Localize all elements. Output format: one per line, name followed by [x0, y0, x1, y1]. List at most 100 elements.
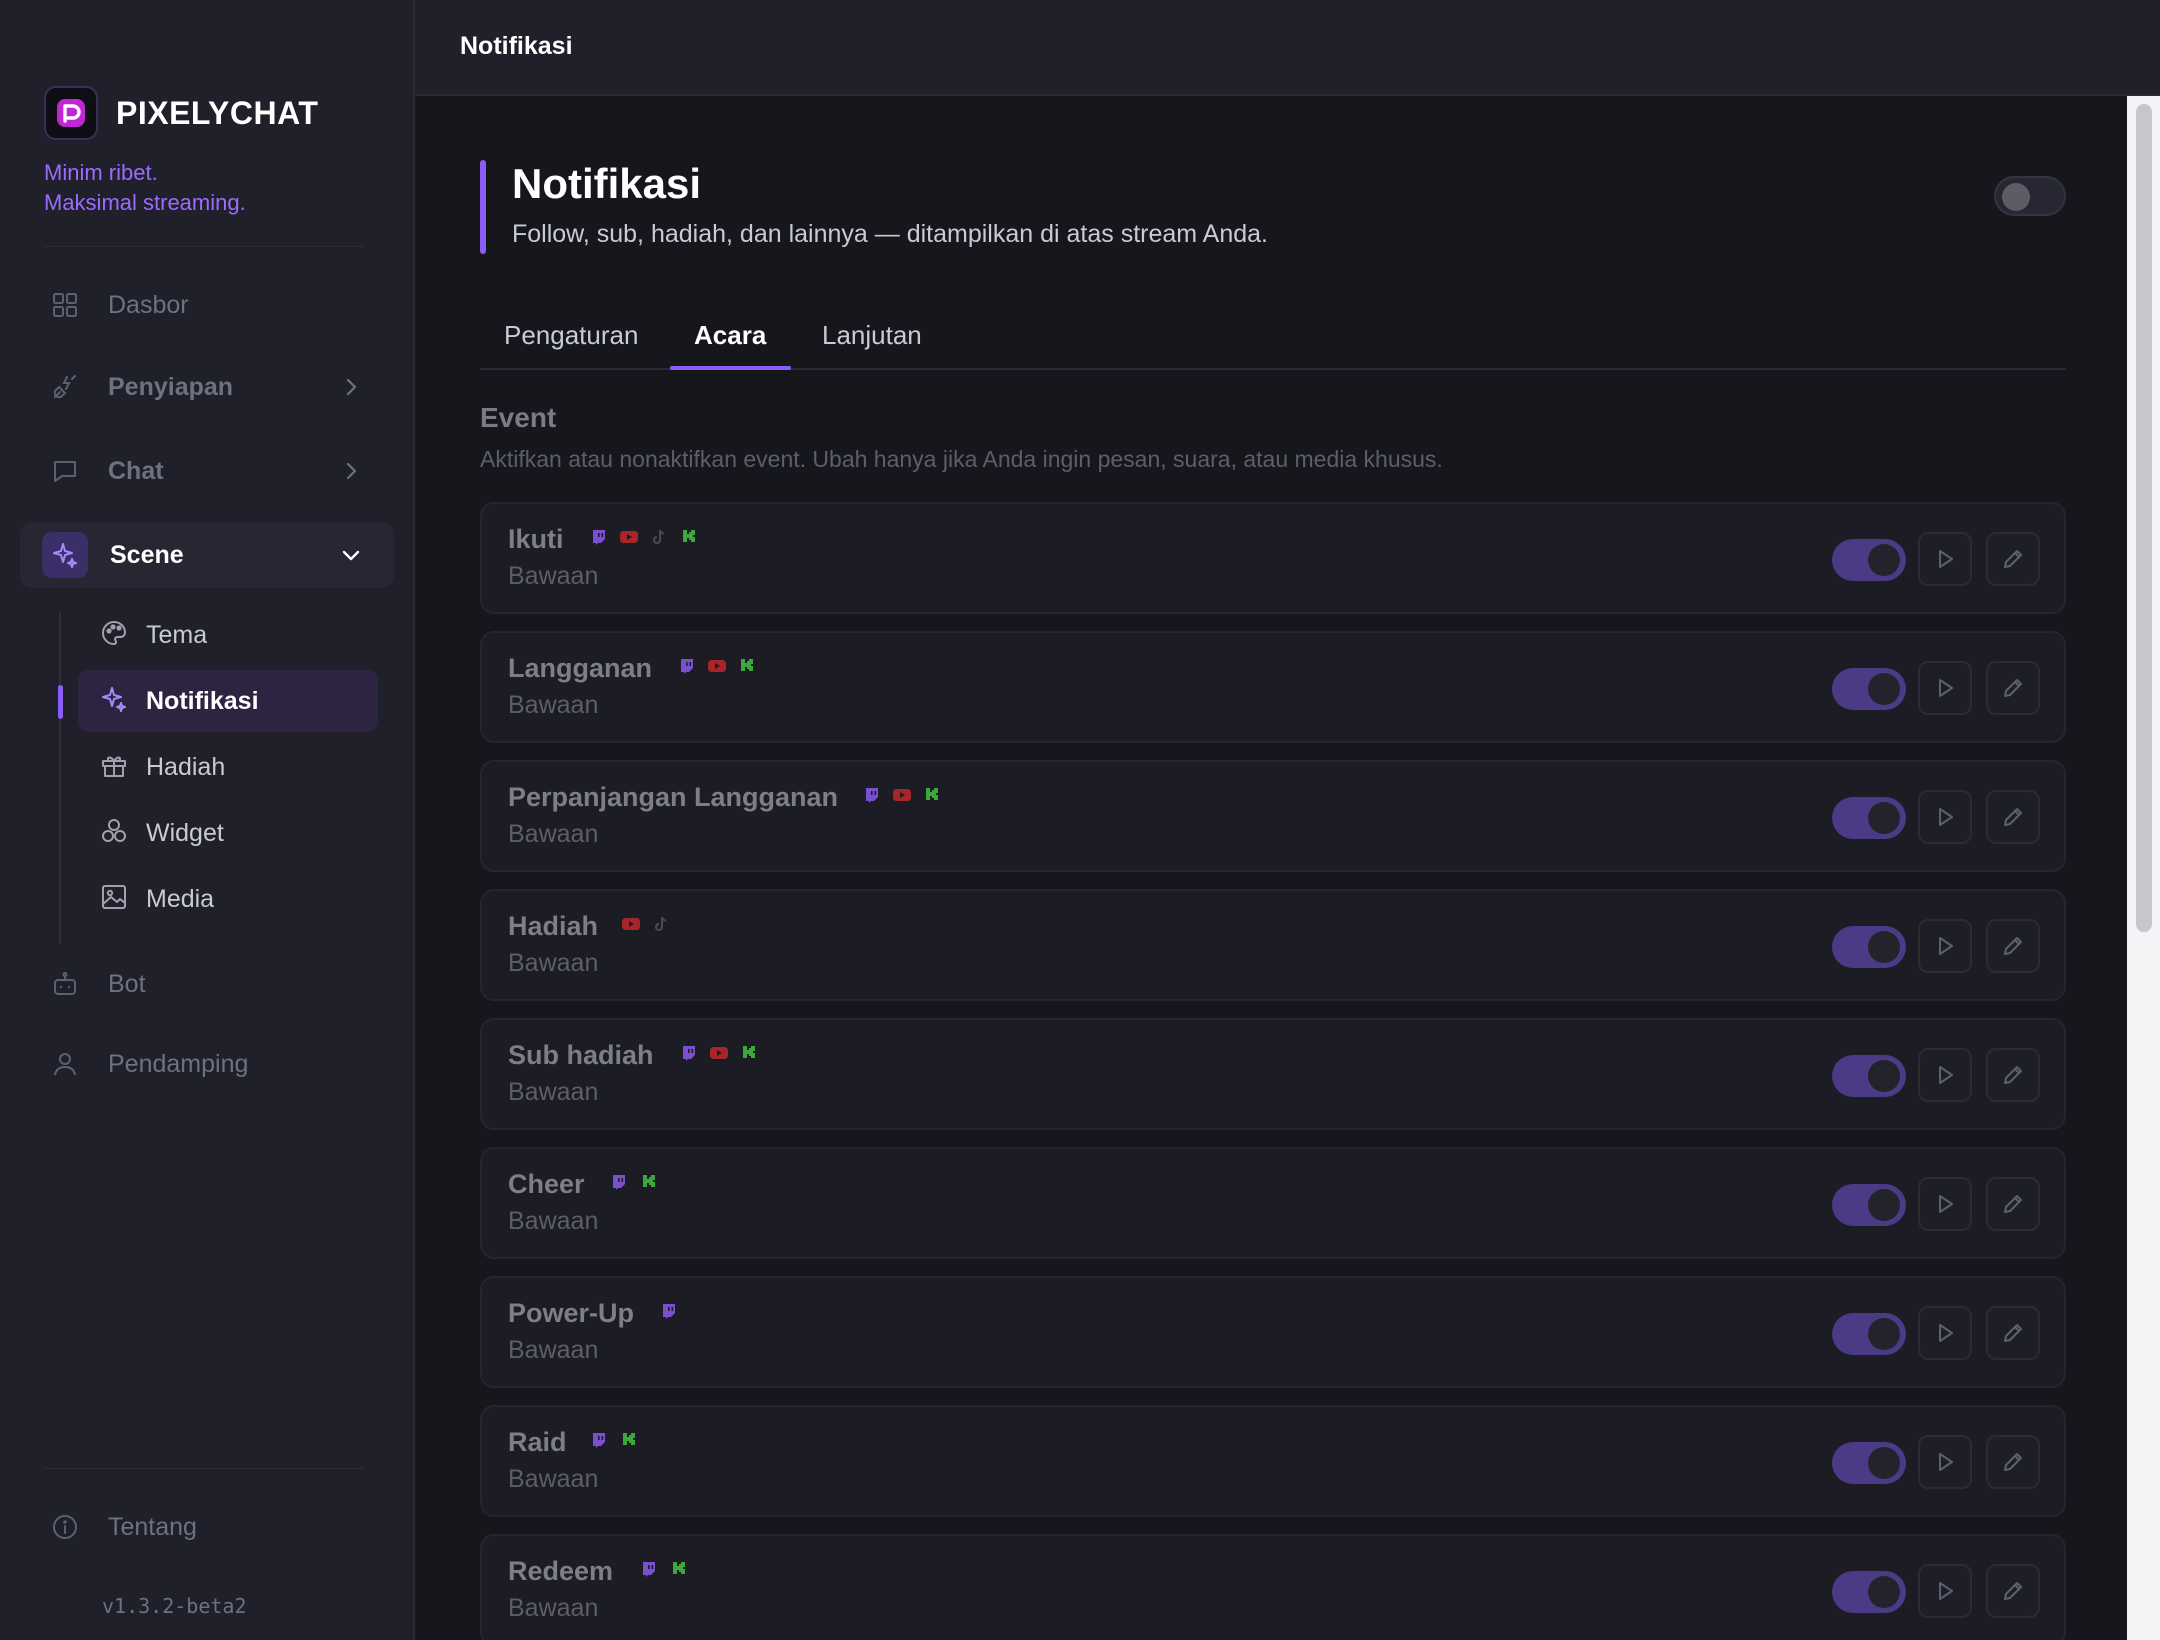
toggle-knob: [1868, 1060, 1900, 1092]
kick-icon: [640, 1173, 658, 1191]
edit-button[interactable]: [1986, 1564, 2040, 1618]
kick-icon: [620, 1431, 638, 1449]
preview-button[interactable]: [1918, 790, 1972, 844]
sidebar-item-penyiapan[interactable]: Penyiapan: [20, 354, 394, 420]
edit-button[interactable]: [1986, 1306, 2040, 1360]
event-card: Cheer Bawaan: [480, 1147, 2066, 1259]
toggle-knob: [1868, 673, 1900, 705]
sidebar-item-bot[interactable]: Bot: [20, 951, 394, 1017]
kick-icon: [923, 786, 941, 804]
edit-button[interactable]: [1986, 661, 2040, 715]
sidebar-item-pendamping[interactable]: Pendamping: [20, 1031, 394, 1097]
sidebar-subitem-tema[interactable]: Tema: [78, 604, 378, 666]
event-subtitle: Bawaan: [508, 691, 599, 719]
preview-button[interactable]: [1918, 661, 1972, 715]
active-tab-underline: [670, 366, 791, 370]
tiktok-icon: [652, 915, 670, 933]
sparkle-icon: [100, 685, 128, 718]
sidebar: PIXELYCHAT Minim ribet. Maksimal streami…: [0, 0, 415, 1640]
topbar-title: Notifikasi: [460, 32, 573, 60]
info-icon: [50, 1512, 80, 1542]
sidebar-item-label: Tentang: [108, 1512, 197, 1541]
preview-button[interactable]: [1918, 532, 1972, 586]
event-toggle[interactable]: [1832, 668, 1906, 710]
notifications-master-toggle[interactable]: [1994, 176, 2066, 216]
sidebar-subitem-widget[interactable]: Widget: [78, 802, 378, 864]
event-subtitle: Bawaan: [508, 820, 599, 848]
sidebar-item-label: Bot: [108, 969, 146, 998]
event-card: Sub hadiah Bawaan: [480, 1018, 2066, 1130]
sidebar-subitem-media[interactable]: Media: [78, 868, 378, 930]
pencil-icon: [2004, 1453, 2022, 1471]
edit-button[interactable]: [1986, 919, 2040, 973]
section-title: Event: [480, 402, 557, 433]
preview-button[interactable]: [1918, 1177, 1972, 1231]
play-icon: [1939, 550, 1953, 568]
edit-button[interactable]: [1986, 790, 2040, 844]
sidebar-item-tentang[interactable]: Tentang: [20, 1494, 394, 1560]
chevron-right-icon: [346, 462, 357, 480]
sidebar-item-dasbor[interactable]: Dasbor: [20, 272, 394, 338]
sidebar-item-chat[interactable]: Chat: [20, 438, 394, 504]
toggle-knob: [1868, 802, 1900, 834]
preview-button[interactable]: [1918, 1048, 1972, 1102]
pencil-icon: [2004, 1324, 2022, 1342]
platform-icons: [863, 786, 953, 804]
event-subtitle: Bawaan: [508, 1594, 599, 1622]
sidebar-divider: [44, 1468, 364, 1469]
gift-icon: [100, 751, 128, 784]
event-name: Perpanjangan Langganan: [508, 782, 839, 812]
preview-button[interactable]: [1918, 1435, 1972, 1489]
shapes-icon: [100, 817, 128, 850]
play-icon: [1939, 937, 1953, 955]
toggle-knob: [1868, 1189, 1900, 1221]
event-name: Raid: [508, 1427, 567, 1457]
event-toggle[interactable]: [1832, 1442, 1906, 1484]
image-icon: [100, 883, 128, 916]
tagline: Minim ribet. Maksimal streaming.: [44, 158, 246, 218]
edit-button[interactable]: [1986, 532, 2040, 586]
tab-acara[interactable]: Acara: [694, 320, 766, 351]
sparkle-icon: [42, 532, 88, 578]
event-card: Hadiah Bawaan: [480, 889, 2066, 1001]
event-toggle[interactable]: [1832, 1571, 1906, 1613]
pencil-icon: [2004, 1066, 2022, 1084]
pencil-icon: [2004, 937, 2022, 955]
tagline-line-1: Minim ribet.: [44, 160, 158, 185]
sidebar-divider: [44, 246, 364, 247]
tab-lanjutan[interactable]: Lanjutan: [822, 320, 922, 351]
event-toggle[interactable]: [1832, 1055, 1906, 1097]
preview-button[interactable]: [1918, 1306, 1972, 1360]
youtube-icon: [710, 1044, 728, 1062]
sidebar-subitem-notifikasi[interactable]: Notifikasi: [78, 670, 378, 732]
sidebar-subitem-label: Widget: [146, 818, 224, 847]
preview-button[interactable]: [1918, 919, 1972, 973]
edit-button[interactable]: [1986, 1435, 2040, 1489]
twitch-icon: [678, 657, 696, 675]
chevron-right-icon: [346, 378, 357, 396]
sidebar-item-scene[interactable]: Scene: [20, 522, 394, 588]
submenu-line: [59, 612, 61, 944]
event-card: Perpanjangan Langganan Bawaan: [480, 760, 2066, 872]
event-toggle[interactable]: [1832, 1313, 1906, 1355]
toggle-knob: [1868, 1576, 1900, 1608]
pencil-icon: [2004, 1582, 2022, 1600]
sidebar-subitem-hadiah[interactable]: Hadiah: [78, 736, 378, 798]
edit-button[interactable]: [1986, 1177, 2040, 1231]
event-subtitle: Bawaan: [508, 1207, 599, 1235]
brand[interactable]: PIXELYCHAT: [44, 86, 318, 140]
preview-button[interactable]: [1918, 1564, 1972, 1618]
event-toggle[interactable]: [1832, 926, 1906, 968]
tab-pengaturan[interactable]: Pengaturan: [504, 320, 638, 351]
event-toggle[interactable]: [1832, 1184, 1906, 1226]
page-description: Follow, sub, hadiah, dan lainnya — ditam…: [512, 220, 1268, 248]
event-toggle[interactable]: [1832, 797, 1906, 839]
event-card: Raid Bawaan: [480, 1405, 2066, 1517]
scrollbar-thumb[interactable]: [2136, 104, 2152, 932]
toggle-knob: [1868, 1318, 1900, 1350]
twitch-icon: [590, 1431, 608, 1449]
event-toggle[interactable]: [1832, 539, 1906, 581]
toggle-knob: [1868, 544, 1900, 576]
edit-button[interactable]: [1986, 1048, 2040, 1102]
chat-bubble-icon: [50, 456, 80, 486]
